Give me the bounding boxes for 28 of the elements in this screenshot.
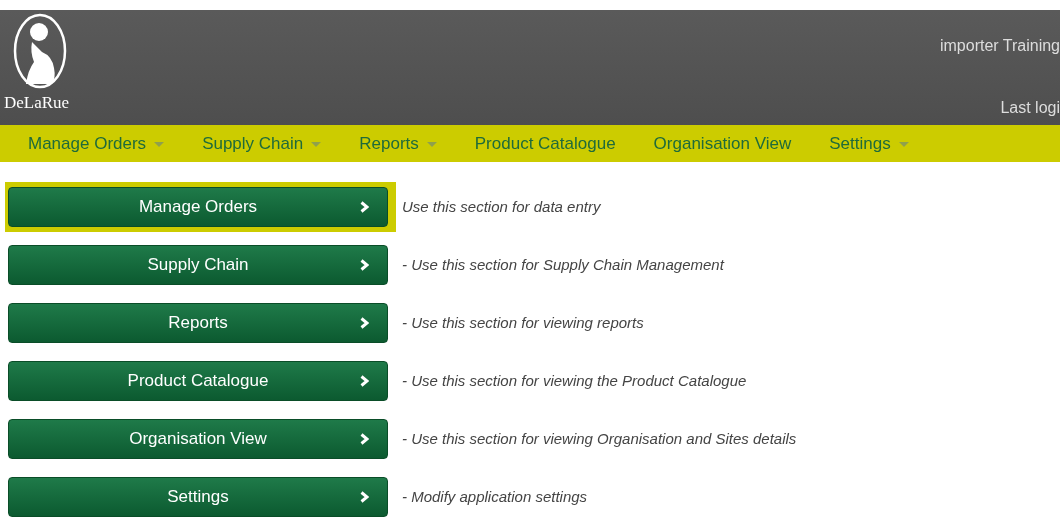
section-button[interactable]: Manage Orders xyxy=(8,187,388,227)
menu-item[interactable]: Settings xyxy=(829,130,909,157)
menu-item[interactable]: Manage Orders xyxy=(28,130,165,157)
menu-item[interactable]: Supply Chain xyxy=(202,130,322,157)
menu-item[interactable]: Reports xyxy=(359,130,437,157)
last-login-text: Last logi xyxy=(1000,98,1060,118)
section-button[interactable]: Supply Chain xyxy=(8,245,388,285)
chevron-right-icon xyxy=(360,433,369,445)
menu-item[interactable]: Organisation View xyxy=(653,130,792,157)
logo-text: DeLaRue xyxy=(4,94,70,111)
user-name: importer Training xyxy=(939,36,1060,56)
section-description: - Use this section for viewing reports xyxy=(402,312,644,333)
chevron-right-icon xyxy=(360,317,369,329)
section-description: - Use this section for viewing Organisation and Sites details xyxy=(402,428,797,449)
chevron-right-icon xyxy=(360,259,369,271)
chevron-right-icon xyxy=(360,491,369,503)
logo-icon xyxy=(12,12,68,90)
section-button[interactable]: Product Catalogue xyxy=(8,361,388,401)
section-description: Use this section for data entry xyxy=(402,196,601,217)
section-description: - Modify application settings xyxy=(402,486,588,507)
section-button[interactable]: Reports xyxy=(8,303,388,343)
menu-item[interactable]: Product Catalogue xyxy=(474,130,616,157)
section-description: - Use this section for Supply Chain Management xyxy=(402,254,724,275)
chevron-right-icon xyxy=(360,375,369,387)
section-description: - Use this section for viewing the Product Catalogue xyxy=(402,370,747,391)
section-button[interactable]: Settings xyxy=(8,477,388,517)
chevron-right-icon xyxy=(360,201,369,213)
section-button[interactable]: Organisation View xyxy=(8,419,388,459)
